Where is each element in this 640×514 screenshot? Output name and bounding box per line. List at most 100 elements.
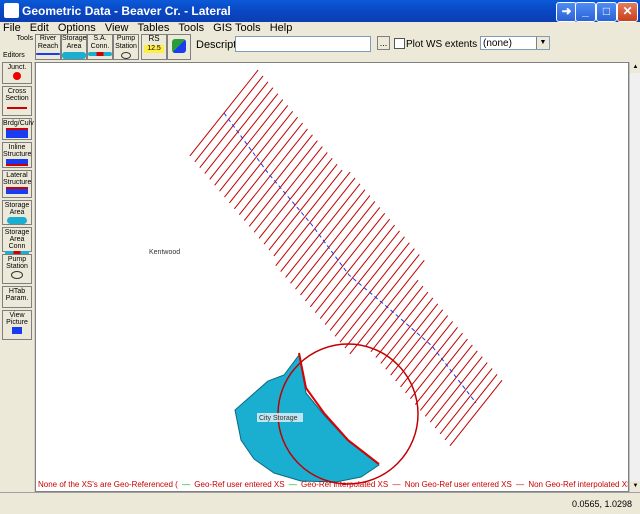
picture-icon <box>12 327 22 334</box>
chevron-down-icon: ▼ <box>536 37 549 49</box>
cross-section-line[interactable] <box>275 171 351 266</box>
menu-gis-tools[interactable]: GIS Tools <box>210 22 264 34</box>
cross-section-line[interactable] <box>329 236 405 331</box>
vertical-scrollbar[interactable]: ▲ ▼ <box>629 62 640 492</box>
inline-structure-button[interactable]: Inline Structure <box>2 142 32 168</box>
legend-georef-interp: Geo-Ref interpolated XS <box>301 480 389 489</box>
menu-tables[interactable]: Tables <box>135 22 173 34</box>
menu-help[interactable]: Help <box>267 22 296 34</box>
profile-select[interactable]: (none) ▼ <box>480 36 550 50</box>
tools-editors-label: Tools Editors <box>3 35 33 59</box>
cross-section-line[interactable] <box>424 350 478 417</box>
cross-section-line[interactable] <box>309 212 386 308</box>
cursor-coordinates: 0.0565, 1.0298 <box>571 499 632 509</box>
cross-section-line[interactable] <box>295 195 371 290</box>
geometry-canvas[interactable]: Kentwood City Storage None of the XS's a… <box>35 62 629 492</box>
cross-section-line[interactable] <box>419 344 473 411</box>
scroll-up-icon[interactable]: ▲ <box>630 62 640 73</box>
legend-nongeo-user-swatch: — <box>392 480 401 489</box>
cross-section-line[interactable] <box>300 201 376 296</box>
menu-file[interactable]: File <box>0 22 24 34</box>
restore-arrow-button[interactable]: ➜ <box>556 2 577 22</box>
cross-section-icon <box>7 103 27 109</box>
legend-nongeo-user: Non Geo-Ref user entered XS <box>404 480 512 489</box>
storage-area-conn-button[interactable]: Storage Area Conn <box>2 227 32 256</box>
legend-nongeo-interp: Non Geo-Ref interpolated XS) <box>528 480 629 489</box>
pump-station-side-button[interactable]: Pump Station <box>2 254 32 284</box>
cross-section-line[interactable] <box>385 303 439 370</box>
cross-section-line[interactable] <box>334 242 410 337</box>
lateral-structure-icon <box>6 187 28 194</box>
cross-section-line[interactable] <box>304 207 381 302</box>
rs-button[interactable]: RS 12.5 <box>141 34 167 60</box>
cross-section-line[interactable] <box>339 248 415 343</box>
app-icon <box>4 3 19 18</box>
htab-param-button[interactable]: HTab Param. <box>2 286 32 308</box>
legend-none-georef: None of the XS's are Geo-Referenced ( <box>38 480 178 489</box>
pump-icon <box>121 52 131 59</box>
cross-section-line[interactable] <box>314 218 391 314</box>
legend-georef-user: Geo-Ref user entered XS <box>194 480 285 489</box>
menu-options[interactable]: Options <box>55 22 99 34</box>
cross-section-line[interactable] <box>290 189 366 284</box>
river-reach-icon <box>36 53 60 55</box>
inline-structure-icon <box>6 159 28 166</box>
legend-nongeo-interp-swatch: — <box>516 480 525 489</box>
plot-ws-checkbox[interactable] <box>394 38 405 49</box>
pump-station-button[interactable]: Pump Station <box>113 34 139 60</box>
view-picture-button[interactable]: View Picture <box>2 310 32 340</box>
menu-edit[interactable]: Edit <box>27 22 52 34</box>
sa-conn-button[interactable]: S.A. Conn. <box>87 34 113 60</box>
cross-section-line[interactable] <box>280 177 356 272</box>
cross-section-line[interactable] <box>405 326 458 394</box>
legend: None of the XS's are Geo-Referenced ( — … <box>38 480 629 489</box>
sa-conn-icon <box>88 52 112 56</box>
cross-section-line[interactable] <box>365 279 419 347</box>
cross-section-line[interactable] <box>375 291 429 358</box>
menu-bar: File Edit Options View Tables Tools GIS … <box>0 22 640 34</box>
cross-section-line[interactable] <box>414 338 468 405</box>
cross-section-line[interactable] <box>344 254 420 349</box>
cross-section-line[interactable] <box>324 230 400 325</box>
cross-section-button[interactable]: Cross Section <box>2 86 32 116</box>
storage-area-icon <box>62 52 86 59</box>
storage-area-polygon[interactable] <box>234 353 380 483</box>
map-view-button[interactable] <box>167 34 191 60</box>
maximize-button[interactable]: □ <box>596 2 617 22</box>
cross-section-line[interactable] <box>449 379 503 447</box>
schematic-svg[interactable]: Kentwood City Storage <box>36 63 629 492</box>
menu-tools[interactable]: Tools <box>175 22 207 34</box>
cross-section-line[interactable] <box>429 356 483 423</box>
description-input[interactable] <box>235 36 371 52</box>
bridge-icon <box>6 128 28 138</box>
bridge-culvert-button[interactable]: Brdg/Culv <box>2 118 34 140</box>
cross-section-line[interactable] <box>434 362 488 429</box>
storage-area-icon <box>7 217 27 224</box>
pump-icon <box>11 271 23 279</box>
cross-section-line[interactable] <box>410 332 463 400</box>
map-icon <box>172 39 186 53</box>
junction-button[interactable]: Junct. <box>2 62 32 84</box>
scroll-down-icon[interactable]: ▼ <box>630 481 640 492</box>
cross-section-lines <box>189 69 503 447</box>
description-browse-button[interactable]: ... <box>377 36 390 50</box>
cross-section-line[interactable] <box>285 183 361 278</box>
menu-view[interactable]: View <box>102 22 132 34</box>
cross-section-line[interactable] <box>319 224 396 319</box>
cross-section-line[interactable] <box>380 297 434 364</box>
cross-section-line[interactable] <box>444 374 498 441</box>
status-bar: 0.0565, 1.0298 <box>0 492 640 514</box>
cross-section-line[interactable] <box>439 368 493 435</box>
window-title: Geometric Data - Beaver Cr. - Lateral <box>22 4 231 18</box>
storage-area-side-button[interactable]: Storage Area <box>2 200 32 225</box>
legend-georef-interp-swatch: — <box>288 480 297 489</box>
lateral-structure-button[interactable]: Lateral Structure <box>2 170 32 198</box>
river-reach-button[interactable]: River Reach <box>35 34 61 60</box>
close-button[interactable]: ✕ <box>617 2 638 22</box>
kentwood-label: Kentwood <box>149 249 180 256</box>
minimize-button[interactable]: _ <box>575 2 596 22</box>
title-bar: Geometric Data - Beaver Cr. - Lateral ➜ … <box>0 0 640 22</box>
cross-section-line[interactable] <box>370 285 424 352</box>
river-reach-line[interactable] <box>223 112 477 404</box>
storage-area-button[interactable]: Storage Area <box>61 34 87 60</box>
